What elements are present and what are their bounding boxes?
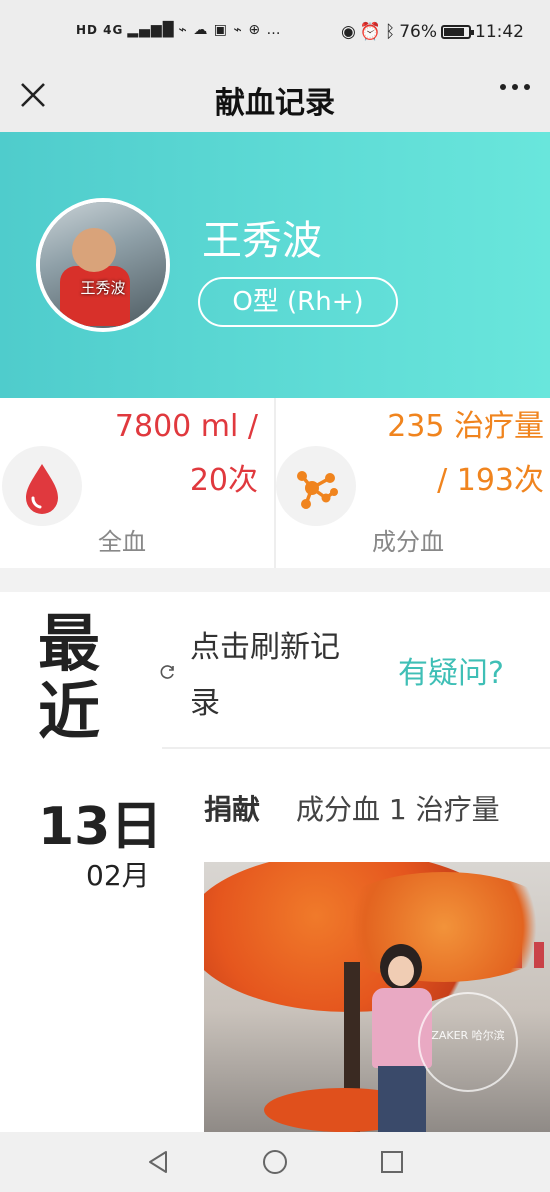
component-blood-count: / 193次 (437, 463, 544, 498)
whole-blood-count: 20次 (189, 463, 258, 498)
whole-blood-volume: 7800 ml / (114, 409, 258, 444)
status-right: ◉ ⏰ ᛒ 76% 11:42 (341, 22, 524, 42)
record-photo[interactable]: ZAKER 哈尔滨 (204, 862, 550, 1132)
battery-icon (441, 25, 474, 39)
nav-bar: 献血记录 (0, 66, 550, 132)
recent-heading: 最近 (38, 607, 101, 748)
alarm-icon: ⏰ (359, 22, 381, 42)
divider (162, 747, 550, 749)
clock: 11:42 (475, 22, 524, 42)
record-day: 13日 (38, 797, 163, 857)
notification-icons: ⌁ ☁ ▣ ⌁ ⊕ … (178, 22, 282, 38)
signal-icon: ▂▄▆█ (127, 22, 175, 38)
home-icon[interactable] (261, 1148, 289, 1180)
blood-drop-icon (2, 446, 82, 526)
more-options-icon[interactable] (500, 84, 530, 90)
back-icon[interactable] (144, 1148, 172, 1180)
molecule-icon (276, 446, 356, 526)
status-left: HD 4G ▂▄▆█ ⌁ ☁ ▣ ⌁ ⊕ … (76, 22, 282, 38)
system-navigation-bar (0, 1132, 550, 1192)
blood-type-badge: O型 (Rh+) (198, 277, 398, 327)
donor-name: 王秀波 (202, 218, 322, 264)
question-link[interactable]: 有疑问? (398, 648, 504, 692)
recent-records: 最近 点击刷新记录 有疑问? 13日 02月 捐献 成分血 1 治疗量 ZAKE… (0, 592, 550, 1132)
component-blood-label: 成分血 (372, 528, 444, 556)
bluetooth-icon: ᛒ (385, 22, 396, 42)
donation-type: 捐献 (204, 793, 261, 826)
recent-apps-icon[interactable] (378, 1148, 406, 1180)
record-month: 02月 (86, 859, 150, 892)
avatar-label: 王秀波 (80, 279, 126, 297)
network-indicator: HD 4G (76, 23, 124, 37)
status-bar: HD 4G ▂▄▆█ ⌁ ☁ ▣ ⌁ ⊕ … ◉ ⏰ ᛒ 76% 11:42 (0, 0, 550, 66)
component-blood-value: 235 治疗量 / 193次 (387, 400, 544, 508)
eye-icon: ◉ (340, 22, 356, 42)
whole-blood-value: 7800 ml / 20次 (115, 400, 258, 508)
whole-blood-label: 全血 (98, 528, 146, 556)
donation-detail: 成分血 1 治疗量 (296, 793, 500, 826)
profile-header: 王秀波 王秀波 O型 (Rh+) (0, 132, 550, 398)
component-blood-units: 235 治疗量 (387, 409, 544, 444)
refresh-records-button[interactable]: 点击刷新记录 (190, 620, 340, 732)
donation-stats: 7800 ml / 20次 全血 235 治疗量 / 193次 成分血 (0, 398, 550, 568)
battery-percent: 76% (399, 22, 437, 42)
avatar[interactable]: 王秀波 (36, 198, 170, 332)
refresh-icon[interactable] (160, 664, 176, 684)
page-title: 献血记录 (215, 86, 335, 121)
photo-watermark: ZAKER 哈尔滨 (418, 992, 518, 1092)
